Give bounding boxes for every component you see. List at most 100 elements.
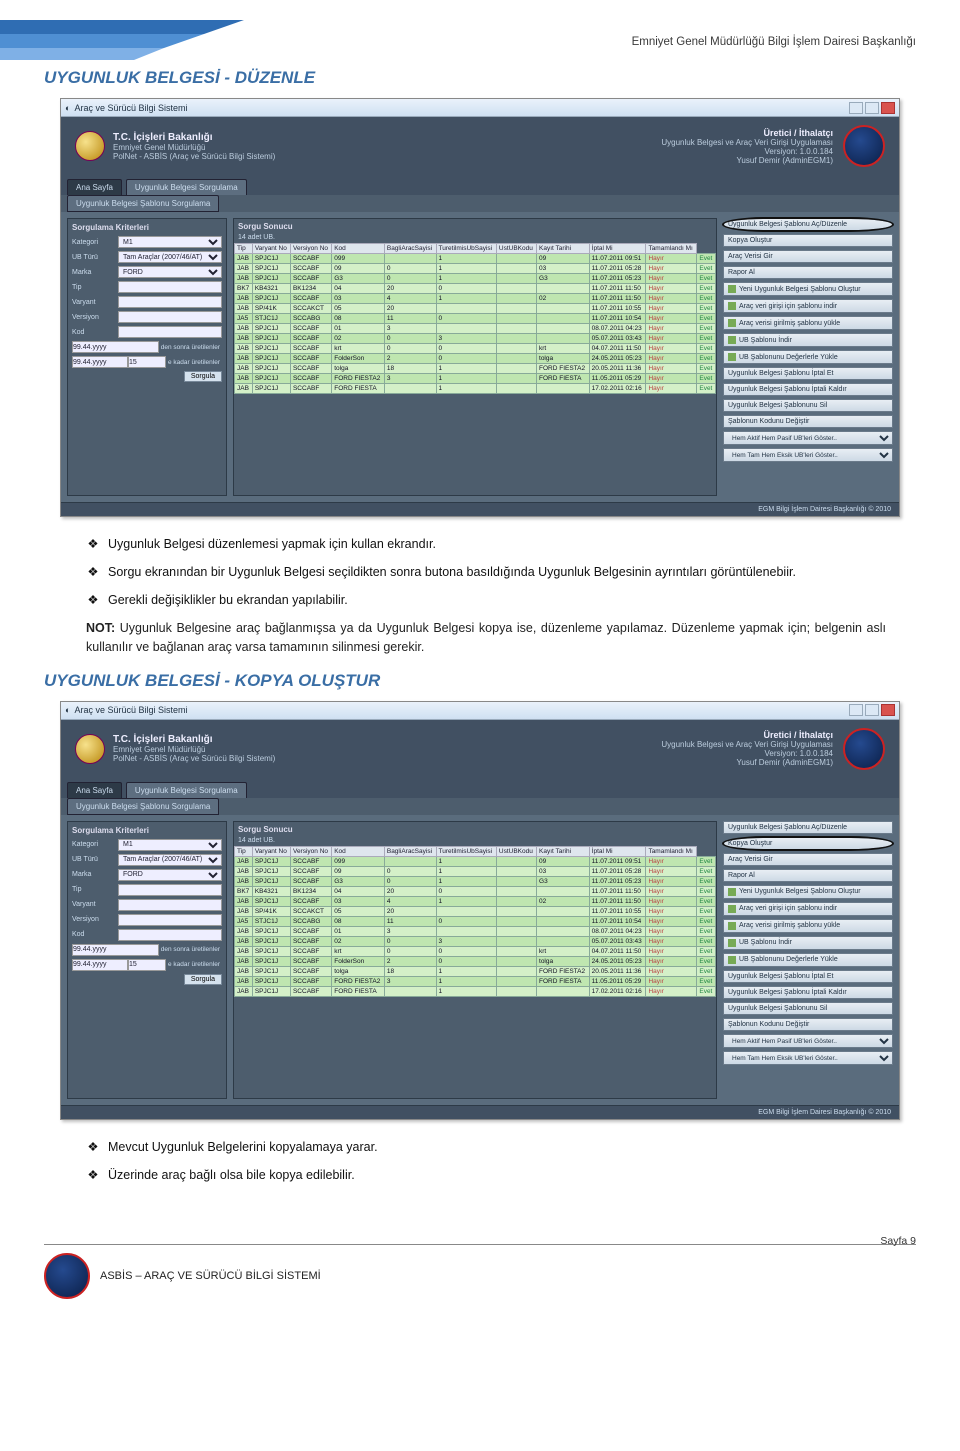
close-button[interactable]	[881, 704, 895, 716]
column-header[interactable]: BagliAracSayisi	[384, 846, 436, 856]
tab-home[interactable]: Ana Sayfa	[67, 782, 122, 798]
table-row[interactable]: JABSPJC1JSCCABF09010311.07.2011 05:28Hay…	[235, 866, 716, 876]
action-button[interactable]: UB Şablonunu Değerlerle Yükle	[723, 953, 893, 967]
column-header[interactable]: Varyant No	[252, 846, 290, 856]
column-header[interactable]: UstUBKodu	[496, 244, 536, 254]
date-from-input[interactable]	[72, 944, 159, 956]
action-button[interactable]: UB Şablonu İndir	[723, 936, 893, 950]
sorgula-button[interactable]: Sorgula	[184, 371, 222, 382]
maximize-button[interactable]	[865, 704, 879, 716]
action-button[interactable]: Uygunluk Belgesi Şablonu Aç/Düzenle	[723, 821, 893, 834]
filter-select[interactable]: Hem Aktif Hem Pasif UB'leri Göster..	[723, 431, 893, 445]
filter-select[interactable]: Hem Tam Hem Eksik UB'leri Göster..	[723, 1051, 893, 1065]
minimize-button[interactable]	[849, 704, 863, 716]
marka-select[interactable]: FORD	[118, 869, 222, 881]
table-row[interactable]: JABSPJC1JSCCABFkrt00krt04.07.2011 11:50H…	[235, 344, 716, 354]
table-row[interactable]: JA5STJC1JSCCABG0811011.07.2011 10:54Hayı…	[235, 916, 716, 926]
action-button[interactable]: UB Şablonunu Değerlerle Yükle	[723, 350, 893, 364]
tab-ub-query[interactable]: Uygunluk Belgesi Sorgulama	[126, 782, 247, 798]
action-button[interactable]: Uygunluk Belgesi Şablonu İptal Et	[723, 970, 893, 983]
table-row[interactable]: JABSP/41KSCCAKCT052011.07.2011 10:55Hayı…	[235, 906, 716, 916]
varyant-input[interactable]	[118, 899, 222, 911]
column-header[interactable]: UstUBKodu	[496, 846, 536, 856]
action-button[interactable]: Rapor Al	[723, 869, 893, 882]
action-button[interactable]: Rapor Al	[723, 266, 893, 279]
action-button[interactable]: Kopya Oluştur	[723, 234, 893, 247]
action-button[interactable]: Uygunluk Belgesi Şablonu İptali Kaldır	[723, 383, 893, 396]
action-button[interactable]: Kopya Oluştur	[723, 837, 893, 850]
action-button[interactable]: Yeni Uygunluk Belgesi Şablonu Oluştur	[723, 885, 893, 899]
table-row[interactable]: JABSPJC1JSCCABF09910911.07.2011 09:51Hay…	[235, 254, 716, 264]
kod-input[interactable]	[118, 326, 222, 338]
action-button[interactable]: Araç Verisi Gir	[723, 250, 893, 263]
table-row[interactable]: JABSPJC1JSCCABF020305.07.2011 03:43Hayır…	[235, 334, 716, 344]
column-header[interactable]: Versiyon No	[290, 846, 331, 856]
table-row[interactable]: JABSPJC1JSCCABFtolga181FORD FIESTA220.05…	[235, 364, 716, 374]
column-header[interactable]: İptal Mi	[589, 244, 646, 254]
table-row[interactable]: BK7KB4321BK12340420011.07.2011 11:50Hayı…	[235, 284, 716, 294]
table-row[interactable]: JABSPJC1JSCCABFFolderSon20tolga24.05.201…	[235, 354, 716, 364]
column-header[interactable]: BagliAracSayisi	[384, 244, 436, 254]
action-button[interactable]: Şablonun Kodunu Değiştir	[723, 1018, 893, 1031]
action-button[interactable]: Uygunluk Belgesi Şablonu İptali Kaldır	[723, 986, 893, 999]
ubturu-select[interactable]: Tam Araçlar (2007/46/AT)	[118, 251, 222, 263]
table-row[interactable]: JABSPJC1JSCCABFFolderSon20tolga24.05.201…	[235, 956, 716, 966]
table-row[interactable]: JABSPJC1JSCCABFFORD FIESTA117.02.2011 02…	[235, 986, 716, 996]
action-button[interactable]: Şablonun Kodunu Değiştir	[723, 415, 893, 428]
column-header[interactable]: TuretilmisUbSayisi	[436, 846, 496, 856]
column-header[interactable]: Kayıt Tarihi	[537, 846, 590, 856]
action-button[interactable]: Araç verisi girilmiş şablonu yükle	[723, 316, 893, 330]
action-button[interactable]: Araç veri girişi için şablonu indir	[723, 299, 893, 313]
table-row[interactable]: JABSPJC1JSCCABF03410211.07.2011 11:50Hay…	[235, 294, 716, 304]
column-header[interactable]: Tip	[235, 244, 253, 254]
table-row[interactable]: JABSPJC1JSCCABFFORD FIESTA117.02.2011 02…	[235, 384, 716, 394]
kod-input[interactable]	[118, 929, 222, 941]
table-row[interactable]: JABSPJC1JSCCABFG301G311.07.2011 05:23Hay…	[235, 274, 716, 284]
column-header[interactable]: İptal Mi	[589, 846, 646, 856]
tab-ub-query[interactable]: Uygunluk Belgesi Sorgulama	[126, 179, 247, 195]
action-button[interactable]: Uygunluk Belgesi Şablonu Aç/Düzenle	[723, 218, 893, 231]
table-row[interactable]: JABSPJC1JSCCABF03410211.07.2011 11:50Hay…	[235, 896, 716, 906]
table-row[interactable]: JABSPJC1JSCCABF020305.07.2011 03:43Hayır…	[235, 936, 716, 946]
table-row[interactable]: BK7KB4321BK12340420011.07.2011 11:50Hayı…	[235, 886, 716, 896]
column-header[interactable]: Kod	[332, 244, 385, 254]
kategori-select[interactable]: M1	[118, 839, 222, 851]
table-row[interactable]: JABSPJC1JSCCABFkrt00krt04.07.2011 11:50H…	[235, 946, 716, 956]
tab-home[interactable]: Ana Sayfa	[67, 179, 122, 195]
column-header[interactable]: TuretilmisUbSayisi	[436, 244, 496, 254]
action-button[interactable]: Araç Verisi Gir	[723, 853, 893, 866]
column-header[interactable]: Tip	[235, 846, 253, 856]
marka-select[interactable]: FORD	[118, 266, 222, 278]
filter-select[interactable]: Hem Tam Hem Eksik UB'leri Göster..	[723, 448, 893, 462]
minimize-button[interactable]	[849, 102, 863, 114]
close-button[interactable]	[881, 102, 895, 114]
maximize-button[interactable]	[865, 102, 879, 114]
table-row[interactable]: JABSPJC1JSCCABF09910911.07.2011 09:51Hay…	[235, 856, 716, 866]
table-row[interactable]: JABSPJC1JSCCABFG301G311.07.2011 05:23Hay…	[235, 876, 716, 886]
action-button[interactable]: Yeni Uygunluk Belgesi Şablonu Oluştur	[723, 282, 893, 296]
column-header[interactable]: Kayıt Tarihi	[537, 244, 590, 254]
action-button[interactable]: Uygunluk Belgesi Şablonunu Sil	[723, 399, 893, 412]
versiyon-input[interactable]	[118, 311, 222, 323]
column-header[interactable]: Varyant No	[252, 244, 290, 254]
table-row[interactable]: JA5STJC1JSCCABG0811011.07.2011 10:54Hayı…	[235, 314, 716, 324]
versiyon-input[interactable]	[118, 914, 222, 926]
date-to-val[interactable]	[128, 959, 166, 971]
table-row[interactable]: JABSPJC1JSCCABFtolga181FORD FIESTA220.05…	[235, 966, 716, 976]
action-button[interactable]: Araç verisi girilmiş şablonu yükle	[723, 919, 893, 933]
kategori-select[interactable]: M1	[118, 236, 222, 248]
column-header[interactable]: Tamamlandı Mı	[646, 846, 697, 856]
tip-input[interactable]	[118, 281, 222, 293]
table-row[interactable]: JABSPJC1JSCCABF09010311.07.2011 05:28Hay…	[235, 264, 716, 274]
date-to-input[interactable]	[72, 959, 128, 971]
action-button[interactable]: Uygunluk Belgesi Şablonunu Sil	[723, 1002, 893, 1015]
column-header[interactable]: Tamamlandı Mı	[646, 244, 697, 254]
date-from-input[interactable]	[72, 341, 159, 353]
column-header[interactable]: Kod	[332, 846, 385, 856]
sorgula-button[interactable]: Sorgula	[184, 974, 222, 985]
tip-input[interactable]	[118, 884, 222, 896]
column-header[interactable]: Versiyon No	[290, 244, 331, 254]
ubturu-select[interactable]: Tam Araçlar (2007/46/AT)	[118, 854, 222, 866]
action-button[interactable]: Uygunluk Belgesi Şablonu İptal Et	[723, 367, 893, 380]
filter-select[interactable]: Hem Aktif Hem Pasif UB'leri Göster..	[723, 1034, 893, 1048]
